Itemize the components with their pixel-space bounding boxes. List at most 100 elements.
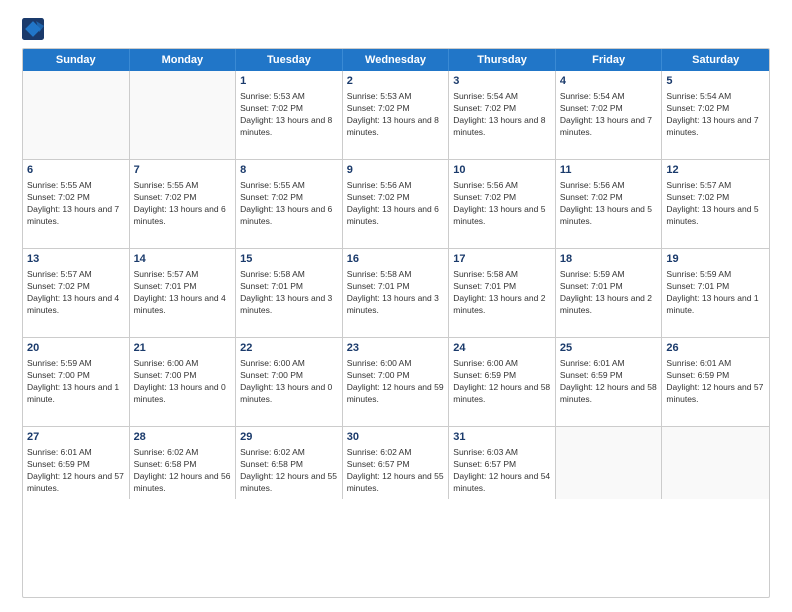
calendar-cell: 29 Sunrise: 6:02 AM Sunset: 6:58 PM Dayli…	[236, 427, 343, 499]
calendar-cell: 19 Sunrise: 5:59 AM Sunset: 7:01 PM Dayli…	[662, 249, 769, 337]
calendar-cell: 31 Sunrise: 6:03 AM Sunset: 6:57 PM Dayli…	[449, 427, 556, 499]
logo	[22, 18, 48, 40]
cell-info: Sunrise: 5:59 AM Sunset: 7:01 PM Dayligh…	[666, 269, 765, 317]
calendar-cell	[556, 427, 663, 499]
header-day-sunday: Sunday	[23, 49, 130, 71]
day-number: 25	[560, 341, 658, 356]
calendar-cell: 10 Sunrise: 5:56 AM Sunset: 7:02 PM Dayli…	[449, 160, 556, 248]
day-number: 21	[134, 341, 232, 356]
cell-info: Sunrise: 5:58 AM Sunset: 7:01 PM Dayligh…	[347, 269, 445, 317]
calendar-cell: 30 Sunrise: 6:02 AM Sunset: 6:57 PM Dayli…	[343, 427, 450, 499]
calendar-cell: 1 Sunrise: 5:53 AM Sunset: 7:02 PM Daylig…	[236, 71, 343, 159]
day-number: 29	[240, 430, 338, 445]
calendar-cell: 2 Sunrise: 5:53 AM Sunset: 7:02 PM Daylig…	[343, 71, 450, 159]
cell-info: Sunrise: 6:01 AM Sunset: 6:59 PM Dayligh…	[27, 447, 125, 495]
day-number: 1	[240, 74, 338, 89]
logo-icon	[22, 18, 44, 40]
calendar-cell: 16 Sunrise: 5:58 AM Sunset: 7:01 PM Dayli…	[343, 249, 450, 337]
header-day-thursday: Thursday	[449, 49, 556, 71]
calendar-cell: 8 Sunrise: 5:55 AM Sunset: 7:02 PM Daylig…	[236, 160, 343, 248]
day-number: 8	[240, 163, 338, 178]
calendar-cell: 7Sunrise: 5:55 AM Sunset: 7:02 PM Daylig…	[130, 160, 237, 248]
day-number: 14	[134, 252, 232, 267]
cell-info: Sunrise: 6:02 AM Sunset: 6:58 PM Dayligh…	[240, 447, 338, 495]
cell-info: Sunrise: 5:55 AM Sunset: 7:02 PM Dayligh…	[134, 180, 232, 228]
calendar-row-5: 27 Sunrise: 6:01 AM Sunset: 6:59 PM Dayli…	[23, 426, 769, 499]
calendar-cell: 23Sunrise: 6:00 AM Sunset: 7:00 PM Dayli…	[343, 338, 450, 426]
cell-info: Sunrise: 5:55 AM Sunset: 7:02 PM Dayligh…	[240, 180, 338, 228]
calendar-cell: 22 Sunrise: 6:00 AM Sunset: 7:00 PM Dayli…	[236, 338, 343, 426]
calendar-row-1: 1 Sunrise: 5:53 AM Sunset: 7:02 PM Daylig…	[23, 71, 769, 159]
calendar-body: 1 Sunrise: 5:53 AM Sunset: 7:02 PM Daylig…	[23, 71, 769, 499]
header-day-friday: Friday	[556, 49, 663, 71]
cell-info: Sunrise: 5:53 AM Sunset: 7:02 PM Dayligh…	[347, 91, 445, 139]
day-number: 20	[27, 341, 125, 356]
cell-info: Sunrise: 6:00 AM Sunset: 7:00 PM Dayligh…	[134, 358, 232, 406]
day-number: 16	[347, 252, 445, 267]
calendar-cell	[662, 427, 769, 499]
cell-info: Sunrise: 5:55 AM Sunset: 7:02 PM Dayligh…	[27, 180, 125, 228]
cell-info: Sunrise: 5:57 AM Sunset: 7:02 PM Dayligh…	[27, 269, 125, 317]
page: SundayMondayTuesdayWednesdayThursdayFrid…	[0, 0, 792, 612]
day-number: 6	[27, 163, 125, 178]
header-day-tuesday: Tuesday	[236, 49, 343, 71]
cell-info: Sunrise: 5:54 AM Sunset: 7:02 PM Dayligh…	[666, 91, 765, 139]
cell-info: Sunrise: 5:54 AM Sunset: 7:02 PM Dayligh…	[560, 91, 658, 139]
cell-info: Sunrise: 5:56 AM Sunset: 7:02 PM Dayligh…	[453, 180, 551, 228]
day-number: 17	[453, 252, 551, 267]
calendar-cell: 28Sunrise: 6:02 AM Sunset: 6:58 PM Dayli…	[130, 427, 237, 499]
cell-info: Sunrise: 6:03 AM Sunset: 6:57 PM Dayligh…	[453, 447, 551, 495]
calendar-cell: 24Sunrise: 6:00 AM Sunset: 6:59 PM Dayli…	[449, 338, 556, 426]
cell-info: Sunrise: 6:01 AM Sunset: 6:59 PM Dayligh…	[666, 358, 765, 406]
cell-info: Sunrise: 5:57 AM Sunset: 7:01 PM Dayligh…	[134, 269, 232, 317]
day-number: 10	[453, 163, 551, 178]
day-number: 30	[347, 430, 445, 445]
cell-info: Sunrise: 5:54 AM Sunset: 7:02 PM Dayligh…	[453, 91, 551, 139]
day-number: 19	[666, 252, 765, 267]
day-number: 18	[560, 252, 658, 267]
day-number: 11	[560, 163, 658, 178]
cell-info: Sunrise: 6:00 AM Sunset: 7:00 PM Dayligh…	[347, 358, 445, 406]
calendar-cell	[130, 71, 237, 159]
day-number: 2	[347, 74, 445, 89]
cell-info: Sunrise: 6:01 AM Sunset: 6:59 PM Dayligh…	[560, 358, 658, 406]
calendar-cell: 14 Sunrise: 5:57 AM Sunset: 7:01 PM Dayli…	[130, 249, 237, 337]
day-number: 26	[666, 341, 765, 356]
day-number: 9	[347, 163, 445, 178]
cell-info: Sunrise: 5:56 AM Sunset: 7:02 PM Dayligh…	[560, 180, 658, 228]
cell-info: Sunrise: 5:53 AM Sunset: 7:02 PM Dayligh…	[240, 91, 338, 139]
calendar-cell: 15Sunrise: 5:58 AM Sunset: 7:01 PM Dayli…	[236, 249, 343, 337]
cell-info: Sunrise: 5:57 AM Sunset: 7:02 PM Dayligh…	[666, 180, 765, 228]
cell-info: Sunrise: 6:02 AM Sunset: 6:58 PM Dayligh…	[134, 447, 232, 495]
calendar-cell	[23, 71, 130, 159]
cell-info: Sunrise: 6:00 AM Sunset: 7:00 PM Dayligh…	[240, 358, 338, 406]
header	[22, 18, 770, 40]
calendar-cell: 11 Sunrise: 5:56 AM Sunset: 7:02 PM Dayli…	[556, 160, 663, 248]
day-number: 31	[453, 430, 551, 445]
cell-info: Sunrise: 5:59 AM Sunset: 7:01 PM Dayligh…	[560, 269, 658, 317]
day-number: 27	[27, 430, 125, 445]
calendar-cell: 21 Sunrise: 6:00 AM Sunset: 7:00 PM Dayli…	[130, 338, 237, 426]
header-day-monday: Monday	[130, 49, 237, 71]
day-number: 3	[453, 74, 551, 89]
calendar-row-3: 13Sunrise: 5:57 AM Sunset: 7:02 PM Dayli…	[23, 248, 769, 337]
cell-info: Sunrise: 5:58 AM Sunset: 7:01 PM Dayligh…	[453, 269, 551, 317]
day-number: 22	[240, 341, 338, 356]
calendar-cell: 6 Sunrise: 5:55 AM Sunset: 7:02 PM Daylig…	[23, 160, 130, 248]
calendar-cell: 4Sunrise: 5:54 AM Sunset: 7:02 PM Daylig…	[556, 71, 663, 159]
calendar-cell: 12 Sunrise: 5:57 AM Sunset: 7:02 PM Dayli…	[662, 160, 769, 248]
calendar-row-2: 6 Sunrise: 5:55 AM Sunset: 7:02 PM Daylig…	[23, 159, 769, 248]
calendar-cell: 13Sunrise: 5:57 AM Sunset: 7:02 PM Dayli…	[23, 249, 130, 337]
calendar-header: SundayMondayTuesdayWednesdayThursdayFrid…	[23, 49, 769, 71]
calendar-cell: 9Sunrise: 5:56 AM Sunset: 7:02 PM Daylig…	[343, 160, 450, 248]
calendar-cell: 18 Sunrise: 5:59 AM Sunset: 7:01 PM Dayli…	[556, 249, 663, 337]
calendar-cell: 5Sunrise: 5:54 AM Sunset: 7:02 PM Daylig…	[662, 71, 769, 159]
cell-info: Sunrise: 5:59 AM Sunset: 7:00 PM Dayligh…	[27, 358, 125, 406]
calendar-row-4: 20 Sunrise: 5:59 AM Sunset: 7:00 PM Dayli…	[23, 337, 769, 426]
day-number: 12	[666, 163, 765, 178]
calendar-cell: 3 Sunrise: 5:54 AM Sunset: 7:02 PM Daylig…	[449, 71, 556, 159]
cell-info: Sunrise: 6:02 AM Sunset: 6:57 PM Dayligh…	[347, 447, 445, 495]
calendar-cell: 25 Sunrise: 6:01 AM Sunset: 6:59 PM Dayli…	[556, 338, 663, 426]
calendar-cell: 26 Sunrise: 6:01 AM Sunset: 6:59 PM Dayli…	[662, 338, 769, 426]
day-number: 15	[240, 252, 338, 267]
